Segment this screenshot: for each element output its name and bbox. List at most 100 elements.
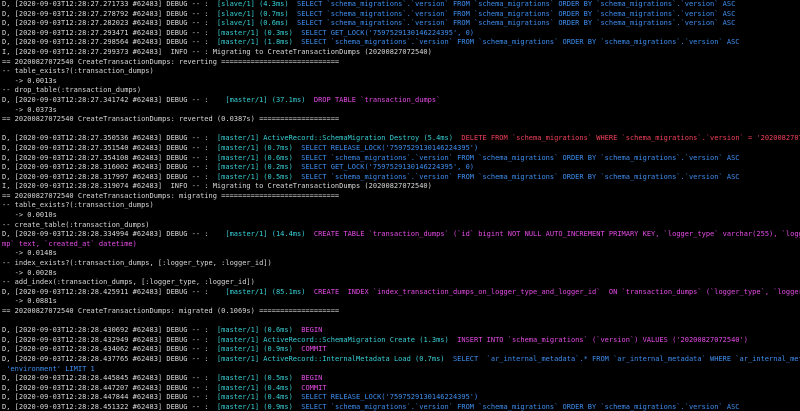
log-text: -> 0.0373s: [2, 105, 57, 114]
db-role-tag: [master/1] (0.4ms): [216, 383, 293, 392]
sql-statement: DROP TABLE `transaction_dumps`: [305, 95, 441, 104]
debug-log-line: D, [2020-09-03T12:28:28.316002 #62483] D…: [2, 163, 800, 173]
log-line: -> 0.0010s: [2, 211, 800, 221]
sql-statement: BEGIN: [292, 374, 323, 383]
log-prefix: D, [2020-09-03T12:28:28.425911 #62483] D…: [2, 287, 226, 296]
sql-statement: SELECT `schema_migrations`.`version` FRO…: [288, 19, 736, 28]
sql-statement: INSERT INTO `schema_migrations` (`versio…: [448, 335, 748, 344]
log-prefix: D, [2020-09-03T12:28:27.278792 #62483] D…: [2, 9, 217, 18]
db-role-tag: [slave/1] (0.6ms): [216, 19, 289, 28]
sql-statement: SELECT `schema_migrations`.`version` FRO…: [288, 9, 736, 18]
log-line: == 20200827072540 CreateTransactionDumps…: [2, 307, 800, 317]
sql-statement: SELECT `schema_migrations`.`version` FRO…: [292, 153, 740, 162]
log-text: == 20200827072540 CreateTransactionDumps…: [2, 57, 340, 66]
debug-log-line: D, [2020-09-03T12:28:28.430692 #62483] D…: [2, 326, 800, 336]
debug-log-line: D, [2020-09-03T12:28:27.278792 #62483] D…: [2, 10, 800, 20]
terminal-output[interactable]: D, [2020-09-03T12:28:27.271733 #62483] D…: [0, 0, 800, 411]
sql-statement: SELECT RELEASE_LOCK('7597529130146224395…: [292, 393, 479, 402]
log-text: == 20200827072540 CreateTransactionDumps…: [2, 191, 340, 200]
log-prefix: D, [2020-09-03T12:28:28.317997 #62483] D…: [2, 172, 217, 181]
debug-log-line: D, [2020-09-03T12:28:28.451322 #62483] D…: [2, 403, 800, 411]
debug-log-line: D, [2020-09-03T12:28:28.317997 #62483] D…: [2, 173, 800, 183]
log-line: == 20200827072540 CreateTransactionDumps…: [2, 192, 800, 202]
db-role-tag: [master/1] ActiveRecord::SchemaMigration…: [216, 335, 449, 344]
db-role-tag: [master/1] (0.4ms): [216, 393, 293, 402]
sql-continuation-line: mp` text, `created_at` datetime): [2, 240, 800, 250]
db-role-tag: [master/1] (0.6ms): [216, 153, 293, 162]
sql-statement: COMMIT: [292, 383, 327, 392]
log-line: I, [2020-09-03T12:28:27.299373 #62483] I…: [2, 48, 800, 58]
log-line: == 20200827072540 CreateTransactionDumps…: [2, 115, 800, 125]
sql-statement: CREATE TABLE `transaction_dumps` (`id` b…: [313, 230, 800, 239]
log-prefix: D, [2020-09-03T12:28:28.432949 #62483] D…: [2, 335, 217, 344]
debug-log-line: D, [2020-09-03T12:28:28.447207 #62483] D…: [2, 384, 800, 394]
log-prefix: D, [2020-09-03T12:28:28.445845 #62483] D…: [2, 374, 217, 383]
log-line: -- drop_table(:transaction_dumps): [2, 86, 800, 96]
log-text: == 20200827072540 CreateTransactionDumps…: [2, 115, 340, 124]
log-line: -- table_exists?(:transaction_dumps): [2, 201, 800, 211]
log-text: I, [2020-09-03T12:28:28.319074 #62483] I…: [2, 182, 432, 191]
db-role-tag: [master/1] (0.5ms): [216, 374, 293, 383]
log-text: -- index_exists?(:transaction_dumps, [:l…: [2, 259, 272, 268]
log-line: I, [2020-09-03T12:28:28.319074 #62483] I…: [2, 182, 800, 192]
db-role-tag: [master/1] (0.6ms): [216, 326, 293, 335]
log-text: -> 0.0010s: [2, 211, 57, 220]
log-prefix: D, [2020-09-03T12:28:27.271733 #62483] D…: [2, 0, 217, 8]
sql-continuation-line: 'environment' LIMIT 1: [2, 365, 800, 375]
db-role-tag: [slave/1] (0.7ms): [216, 9, 289, 18]
db-role-tag: [slave/1] (4.3ms): [216, 0, 289, 8]
sql-statement: SELECT `schema_migrations`.`version` FRO…: [292, 172, 740, 181]
debug-log-line: D, [2020-09-03T12:28:27.282023 #62483] D…: [2, 19, 800, 29]
sql-statement: SELECT `ar_internal_metadata`.* FROM `ar…: [452, 354, 800, 363]
db-role-tag: [master/1] ActiveRecord::SchemaMigration…: [216, 134, 453, 143]
db-role-tag: [master/1] (0.7ms): [216, 143, 293, 152]
log-line: -> 0.0028s: [2, 269, 800, 279]
log-line: -> 0.0148s: [2, 249, 800, 259]
debug-log-line: D, [2020-09-03T12:28:27.341742 #62483] D…: [2, 96, 800, 106]
log-text: -- table_exists?(:transaction_dumps): [2, 201, 154, 210]
log-text: -- add_index(:transaction_dumps, [:logge…: [2, 278, 255, 287]
log-text: == 20200827072540 CreateTransactionDumps…: [2, 307, 340, 315]
log-line: -- add_index(:transaction_dumps, [:logge…: [2, 278, 800, 288]
sql-statement: SELECT `schema_migrations`.`version` FRO…: [292, 402, 740, 411]
sql-statement: 'environment' LIMIT 1: [2, 364, 95, 373]
db-role-tag: [master/1] (1.8ms): [216, 38, 293, 47]
log-line: -> 0.0881s: [2, 297, 800, 307]
log-text: -> 0.0881s: [2, 297, 57, 306]
debug-log-line: D, [2020-09-03T12:28:28.432949 #62483] D…: [2, 336, 800, 346]
debug-log-line: D, [2020-09-03T12:28:28.447844 #62483] D…: [2, 393, 800, 403]
log-line: -- create_table(:transaction_dumps): [2, 221, 800, 231]
db-role-tag: [master/1] (0.3ms): [216, 28, 293, 37]
debug-log-line: D, [2020-09-03T12:28:28.425911 #62483] D…: [2, 288, 800, 298]
debug-log-line: D, [2020-09-03T12:28:27.354108 #62483] D…: [2, 154, 800, 164]
db-role-tag: [master/1] (0.2ms): [216, 163, 293, 172]
debug-log-line: D, [2020-09-03T12:28:27.293471 #62483] D…: [2, 29, 800, 39]
log-prefix: D, [2020-09-03T12:28:27.293471 #62483] D…: [2, 28, 217, 37]
log-text: -- create_table(:transaction_dumps): [2, 220, 150, 229]
log-prefix: D, [2020-09-03T12:28:28.334994 #62483] D…: [2, 230, 226, 239]
log-prefix: D, [2020-09-03T12:28:27.350536 #62483] D…: [2, 134, 217, 143]
debug-log-line: D, [2020-09-03T12:28:28.334994 #62483] D…: [2, 230, 800, 240]
db-role-tag: [master/1] (0.5ms): [216, 172, 293, 181]
debug-log-line: D, [2020-09-03T12:28:27.271733 #62483] D…: [2, 0, 800, 10]
debug-log-line: D, [2020-09-03T12:28:28.437765 #62483] D…: [2, 355, 800, 365]
log-prefix: D, [2020-09-03T12:28:28.447844 #62483] D…: [2, 393, 217, 402]
debug-log-line: D, [2020-09-03T12:28:28.445845 #62483] D…: [2, 374, 800, 384]
log-line: -- index_exists?(:transaction_dumps, [:l…: [2, 259, 800, 269]
log-text: -- drop_table(:transaction_dumps): [2, 86, 142, 95]
log-text: -> 0.0148s: [2, 249, 57, 258]
sql-statement: SELECT GET_LOCK('7597529130146224395', 0…: [292, 163, 475, 172]
log-text: I, [2020-09-03T12:28:27.299373 #62483] I…: [2, 47, 432, 56]
sql-statement: SELECT RELEASE_LOCK('7597529130146224395…: [292, 143, 479, 152]
sql-statement: COMMIT: [292, 345, 327, 354]
log-prefix: D, [2020-09-03T12:28:27.341742 #62483] D…: [2, 95, 226, 104]
sql-statement: mp` text, `created_at` datetime): [2, 239, 137, 248]
sql-statement: SELECT GET_LOCK('7597529130146224395', 0…: [292, 28, 475, 37]
db-role-tag: [master/1] (14.4ms): [225, 230, 306, 239]
log-line: -- table_exists?(:transaction_dumps): [2, 67, 800, 77]
log-prefix: D, [2020-09-03T12:28:27.351540 #62483] D…: [2, 143, 217, 152]
log-prefix: D, [2020-09-03T12:28:28.451322 #62483] D…: [2, 402, 217, 411]
log-line: == 20200827072540 CreateTransactionDumps…: [2, 58, 800, 68]
log-prefix: D, [2020-09-03T12:28:28.434062 #62483] D…: [2, 345, 217, 354]
